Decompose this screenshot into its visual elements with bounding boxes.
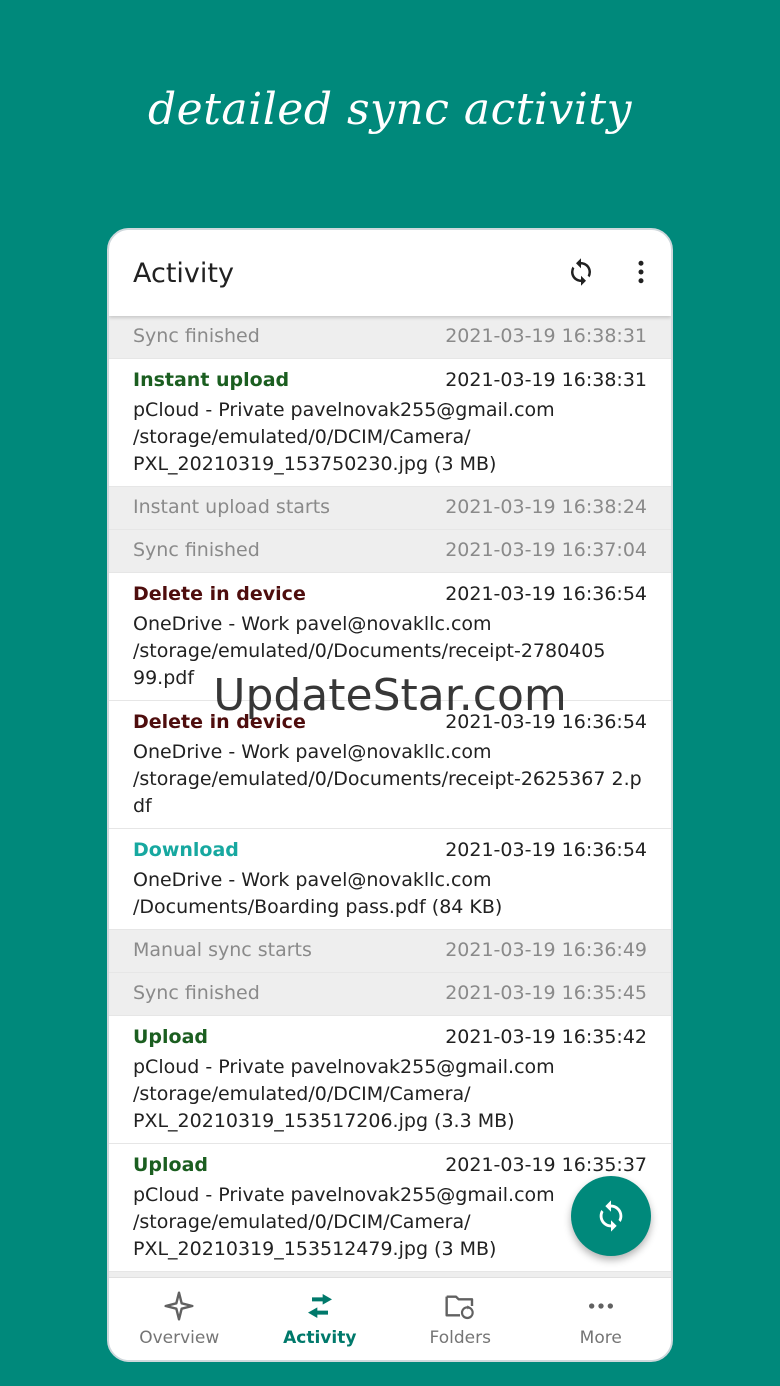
- more-vert-icon: [638, 260, 644, 284]
- status-time: 2021-03-19 16:38:31: [445, 325, 647, 347]
- page-title: Activity: [133, 258, 234, 289]
- nav-activity[interactable]: Activity: [250, 1278, 391, 1360]
- activity-account: pCloud - Private pavelnovak255@gmail.com: [133, 1056, 555, 1078]
- nav-more[interactable]: More: [531, 1278, 672, 1360]
- activity-account: OneDrive - Work pavel@novakllc.com: [133, 613, 492, 635]
- status-row[interactable]: Sync finished 2021-03-19 16:35:45: [109, 973, 671, 1016]
- sync-fab[interactable]: [571, 1176, 651, 1256]
- activity-item[interactable]: Download 2021-03-19 16:36:54 OneDrive - Wo…: [109, 829, 671, 930]
- activity-type: Instant upload: [133, 369, 290, 391]
- activity-time: 2021-03-19 16:38:31: [445, 369, 647, 391]
- activity-path: PXL_20210319_153750230.jpg (3 MB): [133, 453, 497, 475]
- status-label: Sync finished: [133, 539, 260, 561]
- nav-folders[interactable]: Folders: [390, 1278, 531, 1360]
- activity-path: /storage/emulated/0/DCIM/Camera/: [133, 1211, 471, 1233]
- nav-label: Overview: [139, 1328, 220, 1348]
- activity-time: 2021-03-19 16:35:42: [445, 1026, 647, 1048]
- sync-icon: [599, 1200, 623, 1232]
- nav-label: Activity: [283, 1328, 357, 1348]
- more-horiz-icon: [588, 1303, 613, 1309]
- activity-item[interactable]: Upload 2021-03-19 16:35:42 pCloud - Privat…: [109, 1016, 671, 1144]
- activity-type: Upload: [133, 1026, 209, 1048]
- folder-sync-icon: [445, 1295, 474, 1320]
- activity-type: Upload: [133, 1154, 209, 1176]
- promo-title: detailed sync activity: [148, 84, 632, 135]
- nav-label: More: [579, 1328, 622, 1348]
- status-row[interactable]: Sync finished 2021-03-19 16:37:04: [109, 530, 671, 573]
- activity-item[interactable]: Delete in device 2021-03-19 16:36:54 OneDr…: [109, 701, 671, 829]
- nav-label: Folders: [429, 1328, 491, 1348]
- activity-path: /storage/emulated/0/DCIM/Camera/: [133, 426, 471, 448]
- refresh-button[interactable]: [561, 252, 601, 292]
- phone-screen: Activity Sync finished 2021-03-19 16:38:3…: [107, 228, 673, 1362]
- activity-path: /storage/emulated/0/Documents/receipt-27…: [133, 640, 606, 662]
- activity-account: pCloud - Private pavelnovak255@gmail.com: [133, 399, 555, 421]
- activity-type: Download: [133, 839, 239, 861]
- activity-account: OneDrive - Work pavel@novakllc.com: [133, 741, 492, 763]
- status-label: Instant upload starts: [133, 496, 331, 518]
- status-time: 2021-03-19 16:36:49: [445, 939, 647, 961]
- activity-time: 2021-03-19 16:36:54: [445, 711, 647, 733]
- bottom-nav: Overview Activity Folders More: [109, 1277, 671, 1360]
- status-row[interactable]: Sync finished 2021-03-19 16:38:31: [109, 316, 671, 359]
- activity-account: OneDrive - Work pavel@novakllc.com: [133, 869, 492, 891]
- status-row[interactable]: Manual sync starts 2021-03-19 16:36:49: [109, 930, 671, 973]
- activity-path: PXL_20210319_153517206.jpg (3.3 MB): [133, 1110, 515, 1132]
- activity-type: Delete in device: [133, 583, 306, 605]
- status-label: Sync finished: [133, 325, 260, 347]
- activity-time: 2021-03-19 16:36:54: [445, 583, 647, 605]
- sparkle-icon: [164, 1291, 194, 1321]
- activity-path: /storage/emulated/0/Documents/receipt-26…: [133, 768, 642, 817]
- swap-arrows-icon: [307, 1294, 332, 1318]
- activity-path: 99.pdf: [133, 667, 195, 689]
- status-time: 2021-03-19 16:38:24: [445, 496, 647, 518]
- activity-item[interactable]: Instant upload 2021-03-19 16:38:31 pCloud …: [109, 359, 671, 487]
- status-time: 2021-03-19 16:37:04: [445, 539, 647, 561]
- sync-icon: [571, 258, 591, 286]
- status-label: Manual sync starts: [133, 939, 312, 961]
- activity-path: PXL_20210319_153512479.jpg (3 MB): [133, 1238, 497, 1260]
- activity-list[interactable]: Sync finished 2021-03-19 16:38:31 Instant …: [109, 316, 671, 1278]
- activity-account: pCloud - Private pavelnovak255@gmail.com: [133, 1184, 555, 1206]
- activity-item[interactable]: Delete in device 2021-03-19 16:36:54 OneDr…: [109, 573, 671, 701]
- status-label: Sync finished: [133, 982, 260, 1004]
- app-bar: Activity: [109, 230, 671, 316]
- overflow-menu-button[interactable]: [621, 252, 661, 292]
- activity-type: Delete in device: [133, 711, 306, 733]
- activity-time: 2021-03-19 16:36:54: [445, 839, 647, 861]
- nav-overview[interactable]: Overview: [109, 1278, 250, 1360]
- status-time: 2021-03-19 16:35:45: [445, 982, 647, 1004]
- activity-path: /storage/emulated/0/DCIM/Camera/: [133, 1083, 471, 1105]
- activity-path: /Documents/Boarding pass.pdf (84 KB): [133, 896, 503, 918]
- status-row[interactable]: Instant upload starts 2021-03-19 16:38:24: [109, 487, 671, 530]
